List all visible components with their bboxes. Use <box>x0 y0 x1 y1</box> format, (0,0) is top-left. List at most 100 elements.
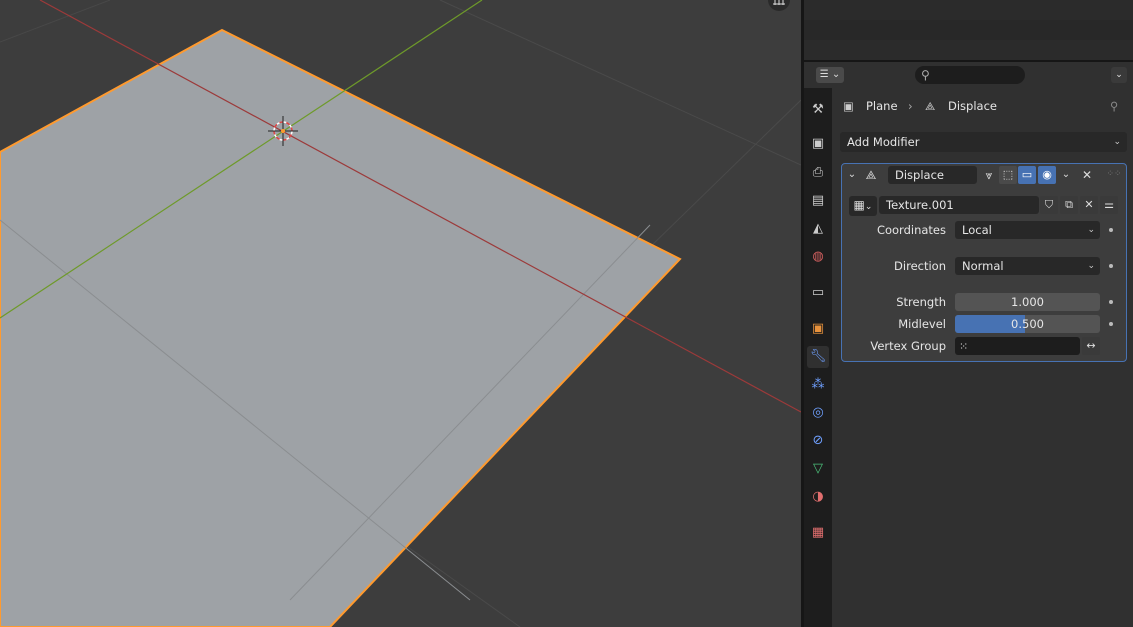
keyframe-dot[interactable] <box>1109 322 1113 326</box>
displace-modifier-icon: ⟁ <box>865 168 877 182</box>
add-modifier-dropdown[interactable]: Add Modifier ⌄ <box>840 132 1127 152</box>
tab-particles[interactable]: ⁂ <box>810 377 826 393</box>
plane-object[interactable] <box>0 28 682 627</box>
wrench-icon: 🔧︎ <box>809 349 827 364</box>
keyframe-dot[interactable] <box>1109 228 1113 232</box>
midlevel-value: 0.500 <box>1011 317 1044 331</box>
viewport-display-icon[interactable]: ▭ <box>1018 166 1036 184</box>
collapse-chevron-icon[interactable]: ⌄ <box>845 166 859 184</box>
editmode-toggle-icon[interactable]: ⬚ <box>999 166 1017 184</box>
chevron-down-icon: ⌄ <box>864 202 873 212</box>
sphere-half-icon: ◑ <box>812 489 824 504</box>
chevron-down-icon: ⌄ <box>1087 261 1095 271</box>
cone-sphere-icon: ◭ <box>813 221 823 236</box>
properties-search[interactable]: ⚲ <box>915 66 1025 84</box>
image-stack-icon: ▤ <box>811 193 825 208</box>
close-icon[interactable]: ✕ <box>1079 166 1095 184</box>
outliner-row[interactable] <box>804 0 1133 20</box>
tab-collection[interactable]: ▭ <box>810 285 826 301</box>
camera-back-icon: ▣ <box>811 136 825 151</box>
tab-world[interactable]: ◍ <box>810 249 826 265</box>
tab-output[interactable]: ⎙ <box>810 165 826 181</box>
vertex-group-field[interactable]: ⁙ <box>955 337 1080 355</box>
render-camera-icon[interactable]: ◉ <box>1038 166 1056 184</box>
box-icon: ▭ <box>811 285 825 300</box>
outliner[interactable] <box>804 0 1133 60</box>
wrench-screwdriver-icon: ⚒ <box>812 102 824 117</box>
orbit-circle-icon: ◎ <box>812 405 824 420</box>
checker-icon: ▦ <box>811 525 825 540</box>
vertex-group-icon: ⁙ <box>959 340 969 353</box>
properties-editor-icon: ☰ <box>819 69 829 80</box>
direction-label: Direction <box>894 259 946 273</box>
orange-square-icon: ▣ <box>811 321 825 336</box>
tab-tool[interactable]: ⚒ <box>810 102 826 118</box>
chevron-down-icon: ⌄ <box>1113 137 1121 147</box>
chevron-down-icon: ⌄ <box>1087 225 1095 235</box>
outliner-row[interactable] <box>804 20 1133 40</box>
breadcrumb-object: Plane <box>866 99 898 113</box>
direction-value: Normal <box>962 259 1004 273</box>
outliner-row[interactable] <box>804 40 1133 60</box>
coordinates-dropdown[interactable]: Local ⌄ <box>955 221 1100 239</box>
direction-dropdown[interactable]: Normal ⌄ <box>955 257 1100 275</box>
checker-icon: ▦ <box>853 198 865 212</box>
options-dropdown-button[interactable]: ⌄ <box>1111 67 1127 83</box>
magnifier-icon: ⚲ <box>921 68 930 82</box>
chevron-down-icon: ⌄ <box>831 69 841 80</box>
keyframe-dot[interactable] <box>1109 300 1113 304</box>
tab-constraints[interactable]: ⊘ <box>810 433 826 449</box>
strength-label: Strength <box>896 295 946 309</box>
grid-line <box>439 0 801 166</box>
drag-handle-icon[interactable]: ⁘⁘ <box>1106 165 1122 183</box>
duplicate-icon[interactable]: ⧉ <box>1060 196 1078 214</box>
particles-icon: ⁂ <box>811 377 825 392</box>
grid-line <box>404 544 521 627</box>
triangle-vertices-icon: ▽ <box>813 461 823 476</box>
fake-user-shield-icon[interactable]: ⛉ <box>1040 196 1058 214</box>
constraint-icon: ⊘ <box>812 433 824 448</box>
tab-data[interactable]: ▽ <box>810 461 826 477</box>
midlevel-label: Midlevel <box>898 317 946 331</box>
properties-panel: ▣ Plane › ⟁ Displace ⚲ Add Modifier ⌄ ⌄ … <box>832 88 1133 627</box>
edit-cage-icon[interactable]: ⩔ <box>980 166 998 184</box>
object-icon: ▣ <box>843 99 854 113</box>
unlink-x-icon[interactable]: ✕ <box>1080 196 1098 214</box>
tab-physics[interactable]: ◎ <box>810 405 826 421</box>
midlevel-slider[interactable]: 0.500 <box>955 315 1100 333</box>
keyframe-dot[interactable] <box>1109 264 1113 268</box>
texture-browse-button[interactable]: ▦⌄ <box>849 196 877 216</box>
breadcrumb-separator: › <box>908 99 913 113</box>
tab-texture[interactable]: ▦ <box>810 525 826 541</box>
tab-object[interactable]: ▣ <box>810 321 826 337</box>
properties-header: ☰ ⌄ ⚲ ⌄ <box>804 62 1133 88</box>
tab-modifiers[interactable]: 🔧︎ <box>807 346 829 368</box>
toggle-settings-icon[interactable]: ⚌ <box>1100 196 1118 214</box>
texture-name-input[interactable]: Texture.001 <box>879 196 1039 214</box>
tab-view-layer[interactable]: ▤ <box>810 193 826 209</box>
chevron-down-icon[interactable]: ⌄ <box>1058 166 1074 184</box>
viewport-scene <box>0 0 801 627</box>
tab-scene[interactable]: ◭ <box>810 221 826 237</box>
breadcrumb-modifier: Displace <box>948 99 997 113</box>
coordinates-label: Coordinates <box>876 223 946 237</box>
modifier-name-input[interactable]: Displace <box>888 166 977 184</box>
add-modifier-label: Add Modifier <box>847 135 920 149</box>
editor-type-button[interactable]: ☰ ⌄ <box>816 67 844 83</box>
tab-material[interactable]: ◑ <box>810 489 826 505</box>
printer-icon: ⎙ <box>812 165 824 180</box>
search-input[interactable] <box>933 69 1018 83</box>
tab-render[interactable]: ▣ <box>810 136 826 152</box>
chevron-down-icon: ⌄ <box>1115 70 1123 80</box>
properties-tabs: ⚒ ▣ ⎙ ▤ ◭ ◍ ▭ ▣ 🔧︎ ⁂ ◎ ⊘ ▽ ◑ ▦ <box>804 88 832 627</box>
3d-viewport[interactable] <box>0 0 801 627</box>
pin-icon[interactable]: ⚲ <box>1110 96 1118 116</box>
grid-line <box>0 0 111 43</box>
vertex-group-label: Vertex Group <box>870 339 946 353</box>
displace-modifier-panel: ⌄ ⟁ Displace ⩔ ⬚ ▭ ◉ ⌄ ✕ ⁘⁘ ▦⌄ Texture.0… <box>841 163 1127 362</box>
strength-slider[interactable]: 1.000 <box>955 293 1100 311</box>
displace-modifier-icon: ⟁ <box>925 99 936 113</box>
grid-toggle-icon[interactable] <box>768 0 790 11</box>
invert-arrows-icon[interactable]: ↔ <box>1082 337 1100 355</box>
coordinates-value: Local <box>962 223 992 237</box>
